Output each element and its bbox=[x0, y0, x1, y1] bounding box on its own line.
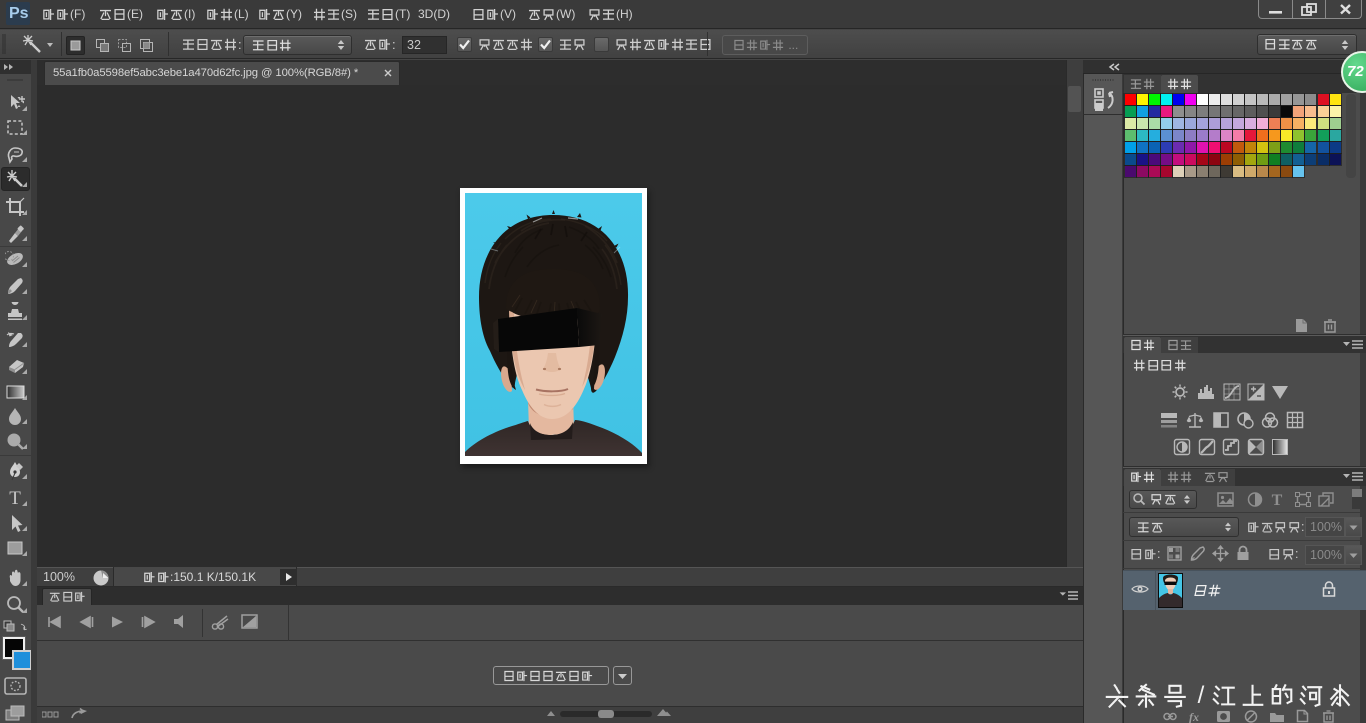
svg-text:T: T bbox=[9, 488, 21, 508]
svg-text:T: T bbox=[1272, 492, 1283, 507]
